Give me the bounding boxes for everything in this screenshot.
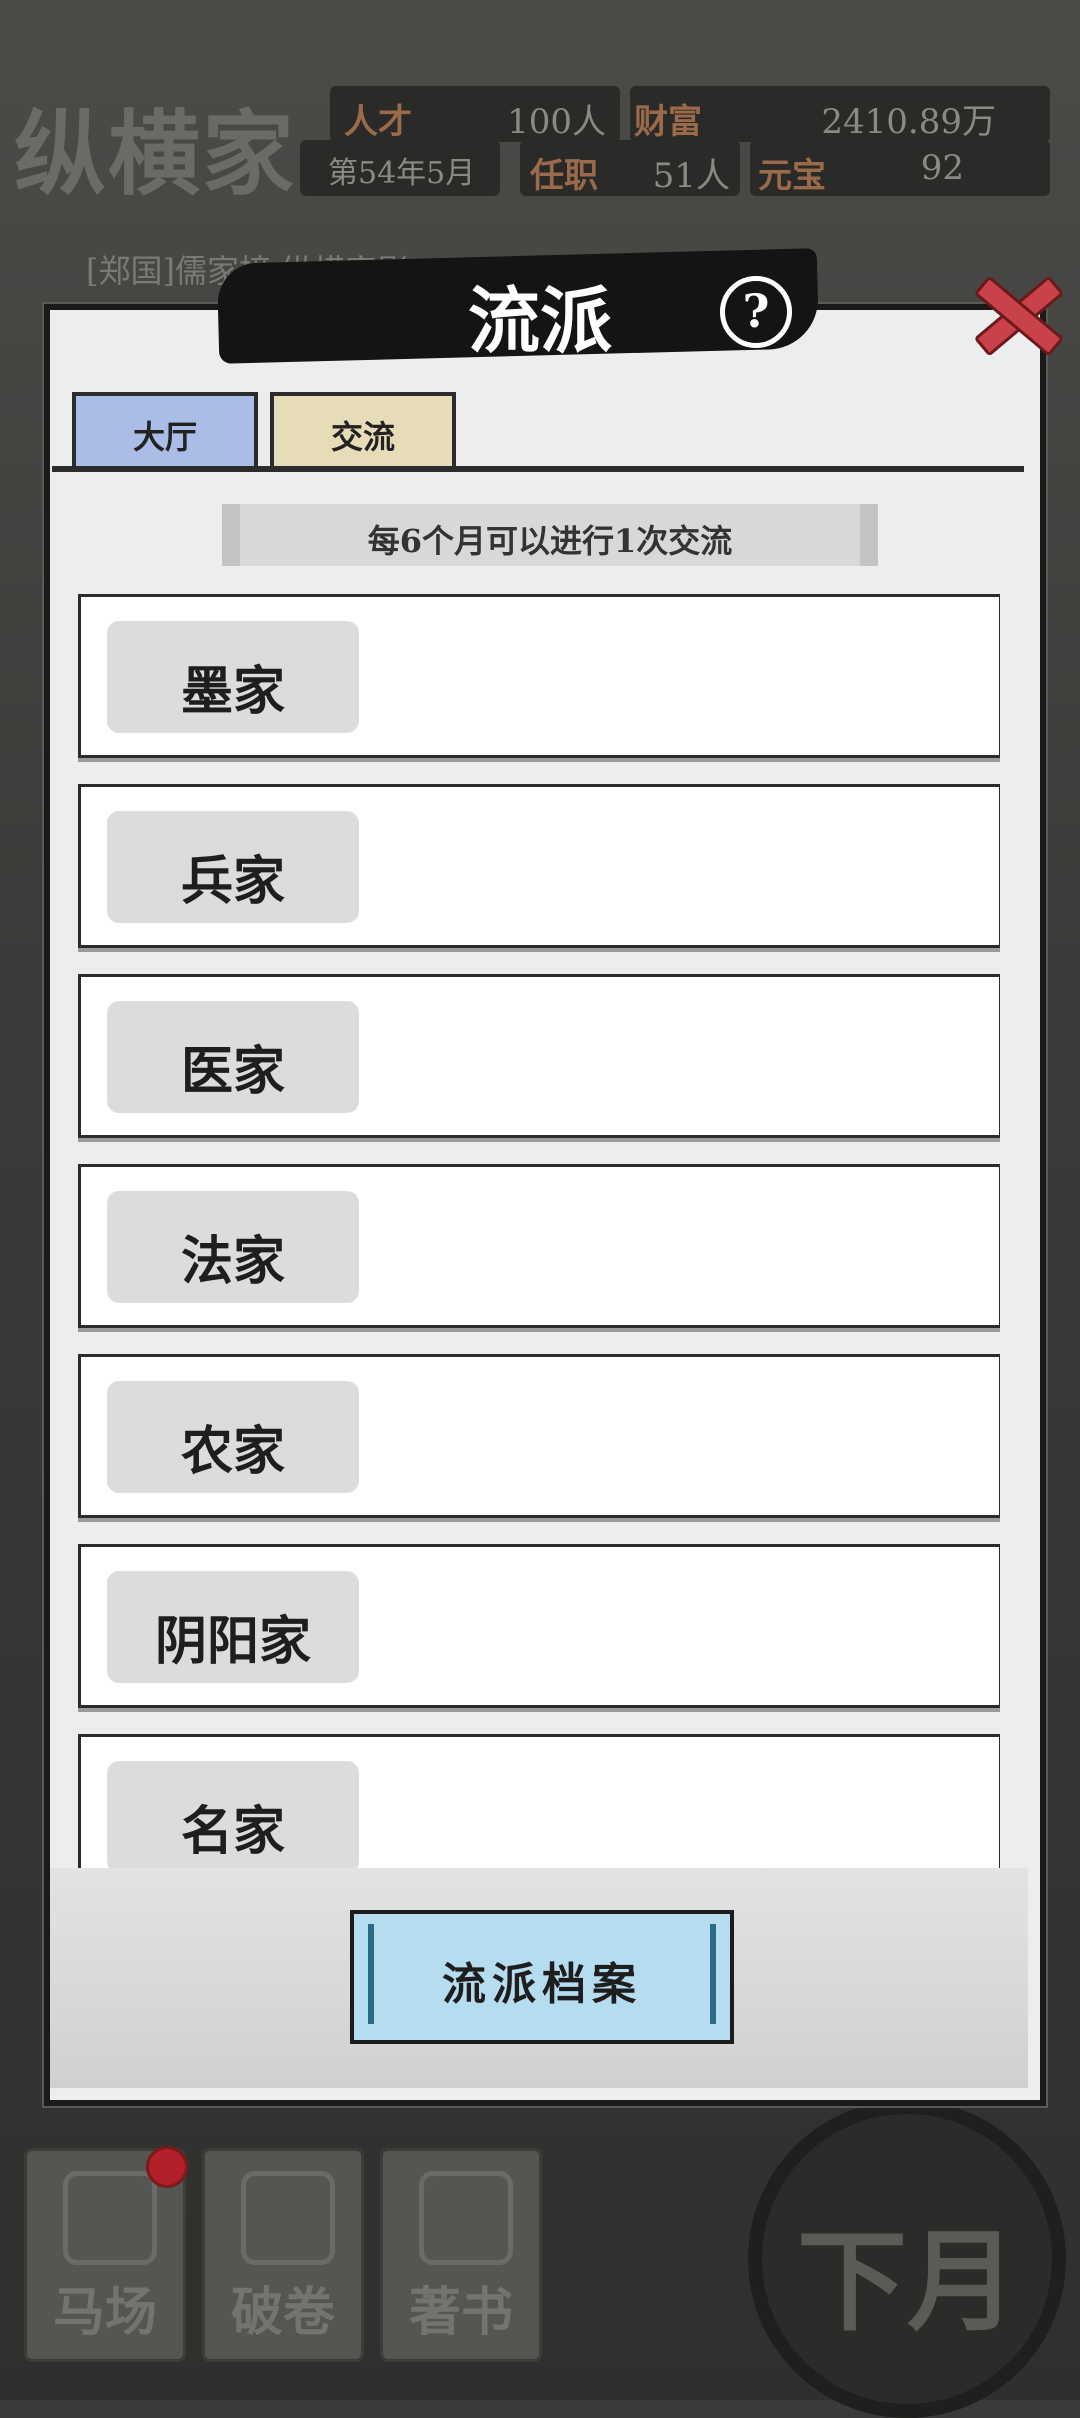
date-text: 第54年5月	[328, 156, 476, 191]
close-icon[interactable]	[964, 262, 1065, 362]
school-tag: 农家	[107, 1381, 359, 1493]
school-name: 阴阳家	[154, 1611, 311, 1672]
next-month-button[interactable]: 下月	[748, 2100, 1066, 2418]
notification-dot	[146, 2146, 188, 2188]
tab-divider	[52, 466, 1024, 472]
school-name: 墨家	[180, 661, 285, 722]
school-archive-button[interactable]: 流派档案	[350, 1910, 734, 2044]
tab-exchange[interactable]: 交流	[270, 392, 456, 472]
break-scroll-button[interactable]: 破卷	[202, 2148, 364, 2362]
school-tag: 法家	[107, 1191, 359, 1303]
scroll-bundle-icon	[241, 2171, 335, 2265]
panel-title: 流派	[467, 278, 612, 363]
office-stat: 任职 51人	[520, 140, 740, 196]
school-tag: 兵家	[107, 811, 359, 923]
break-scroll-label: 破卷	[230, 2282, 335, 2343]
next-month-label: 下月	[797, 2217, 1017, 2346]
date-display: 第54年5月	[300, 140, 500, 196]
school-name: 法家	[180, 1231, 285, 1292]
wealth-value: 2410.89万	[821, 102, 996, 142]
school-row-medicine[interactable]: 医家	[78, 974, 1000, 1138]
school-archive-label: 流派档案	[442, 1959, 642, 2010]
tab-hall[interactable]: 大厅	[72, 392, 258, 472]
ingot-stat: 元宝 92	[750, 140, 1050, 196]
exchange-notice: 每6个月可以进行1次交流	[222, 504, 878, 566]
school-name: 医家	[180, 1041, 285, 1102]
talent-stat: 人才 100人	[330, 86, 620, 142]
wealth-label: 财富	[634, 102, 702, 142]
wealth-stat: 财富 2410.89万	[630, 86, 1050, 142]
talent-value: 100人	[507, 102, 606, 142]
school-row-military[interactable]: 兵家	[78, 784, 1000, 948]
ingot-value: 92	[920, 148, 964, 188]
tab-hall-label: 大厅	[132, 418, 197, 456]
office-value: 51人	[652, 156, 730, 196]
school-row-yinyang[interactable]: 阴阳家	[78, 1544, 1000, 1708]
office-label: 任职	[530, 156, 598, 196]
sect-name: 纵横家	[14, 100, 297, 208]
write-book-button[interactable]: 著书	[380, 2148, 542, 2362]
school-row-mohist[interactable]: 墨家	[78, 594, 1000, 758]
tab-exchange-label: 交流	[330, 418, 395, 456]
school-tag: 医家	[107, 1001, 359, 1113]
school-tag: 墨家	[107, 621, 359, 733]
brush-book-icon	[419, 2171, 513, 2265]
stable-label: 马场	[52, 2282, 157, 2343]
school-list[interactable]: 墨家 兵家 医家 法家 农家 阴阳家 名家	[78, 594, 1000, 1868]
school-row-legalist[interactable]: 法家	[78, 1164, 1000, 1328]
school-tag: 阴阳家	[107, 1571, 359, 1683]
school-name: 兵家	[180, 851, 285, 912]
school-name: 名家	[180, 1801, 285, 1862]
talent-label: 人才	[344, 102, 412, 142]
help-icon[interactable]: ?	[720, 276, 792, 348]
school-row-agriculture[interactable]: 农家	[78, 1354, 1000, 1518]
school-tag: 名家	[107, 1761, 359, 1868]
school-name: 农家	[180, 1421, 285, 1482]
ingot-label: 元宝	[758, 156, 826, 196]
write-book-label: 著书	[408, 2282, 513, 2343]
exchange-notice-text: 每6个月可以进行1次交流	[367, 522, 733, 560]
school-row-logician[interactable]: 名家	[78, 1734, 1000, 1868]
saddle-icon	[63, 2171, 157, 2265]
